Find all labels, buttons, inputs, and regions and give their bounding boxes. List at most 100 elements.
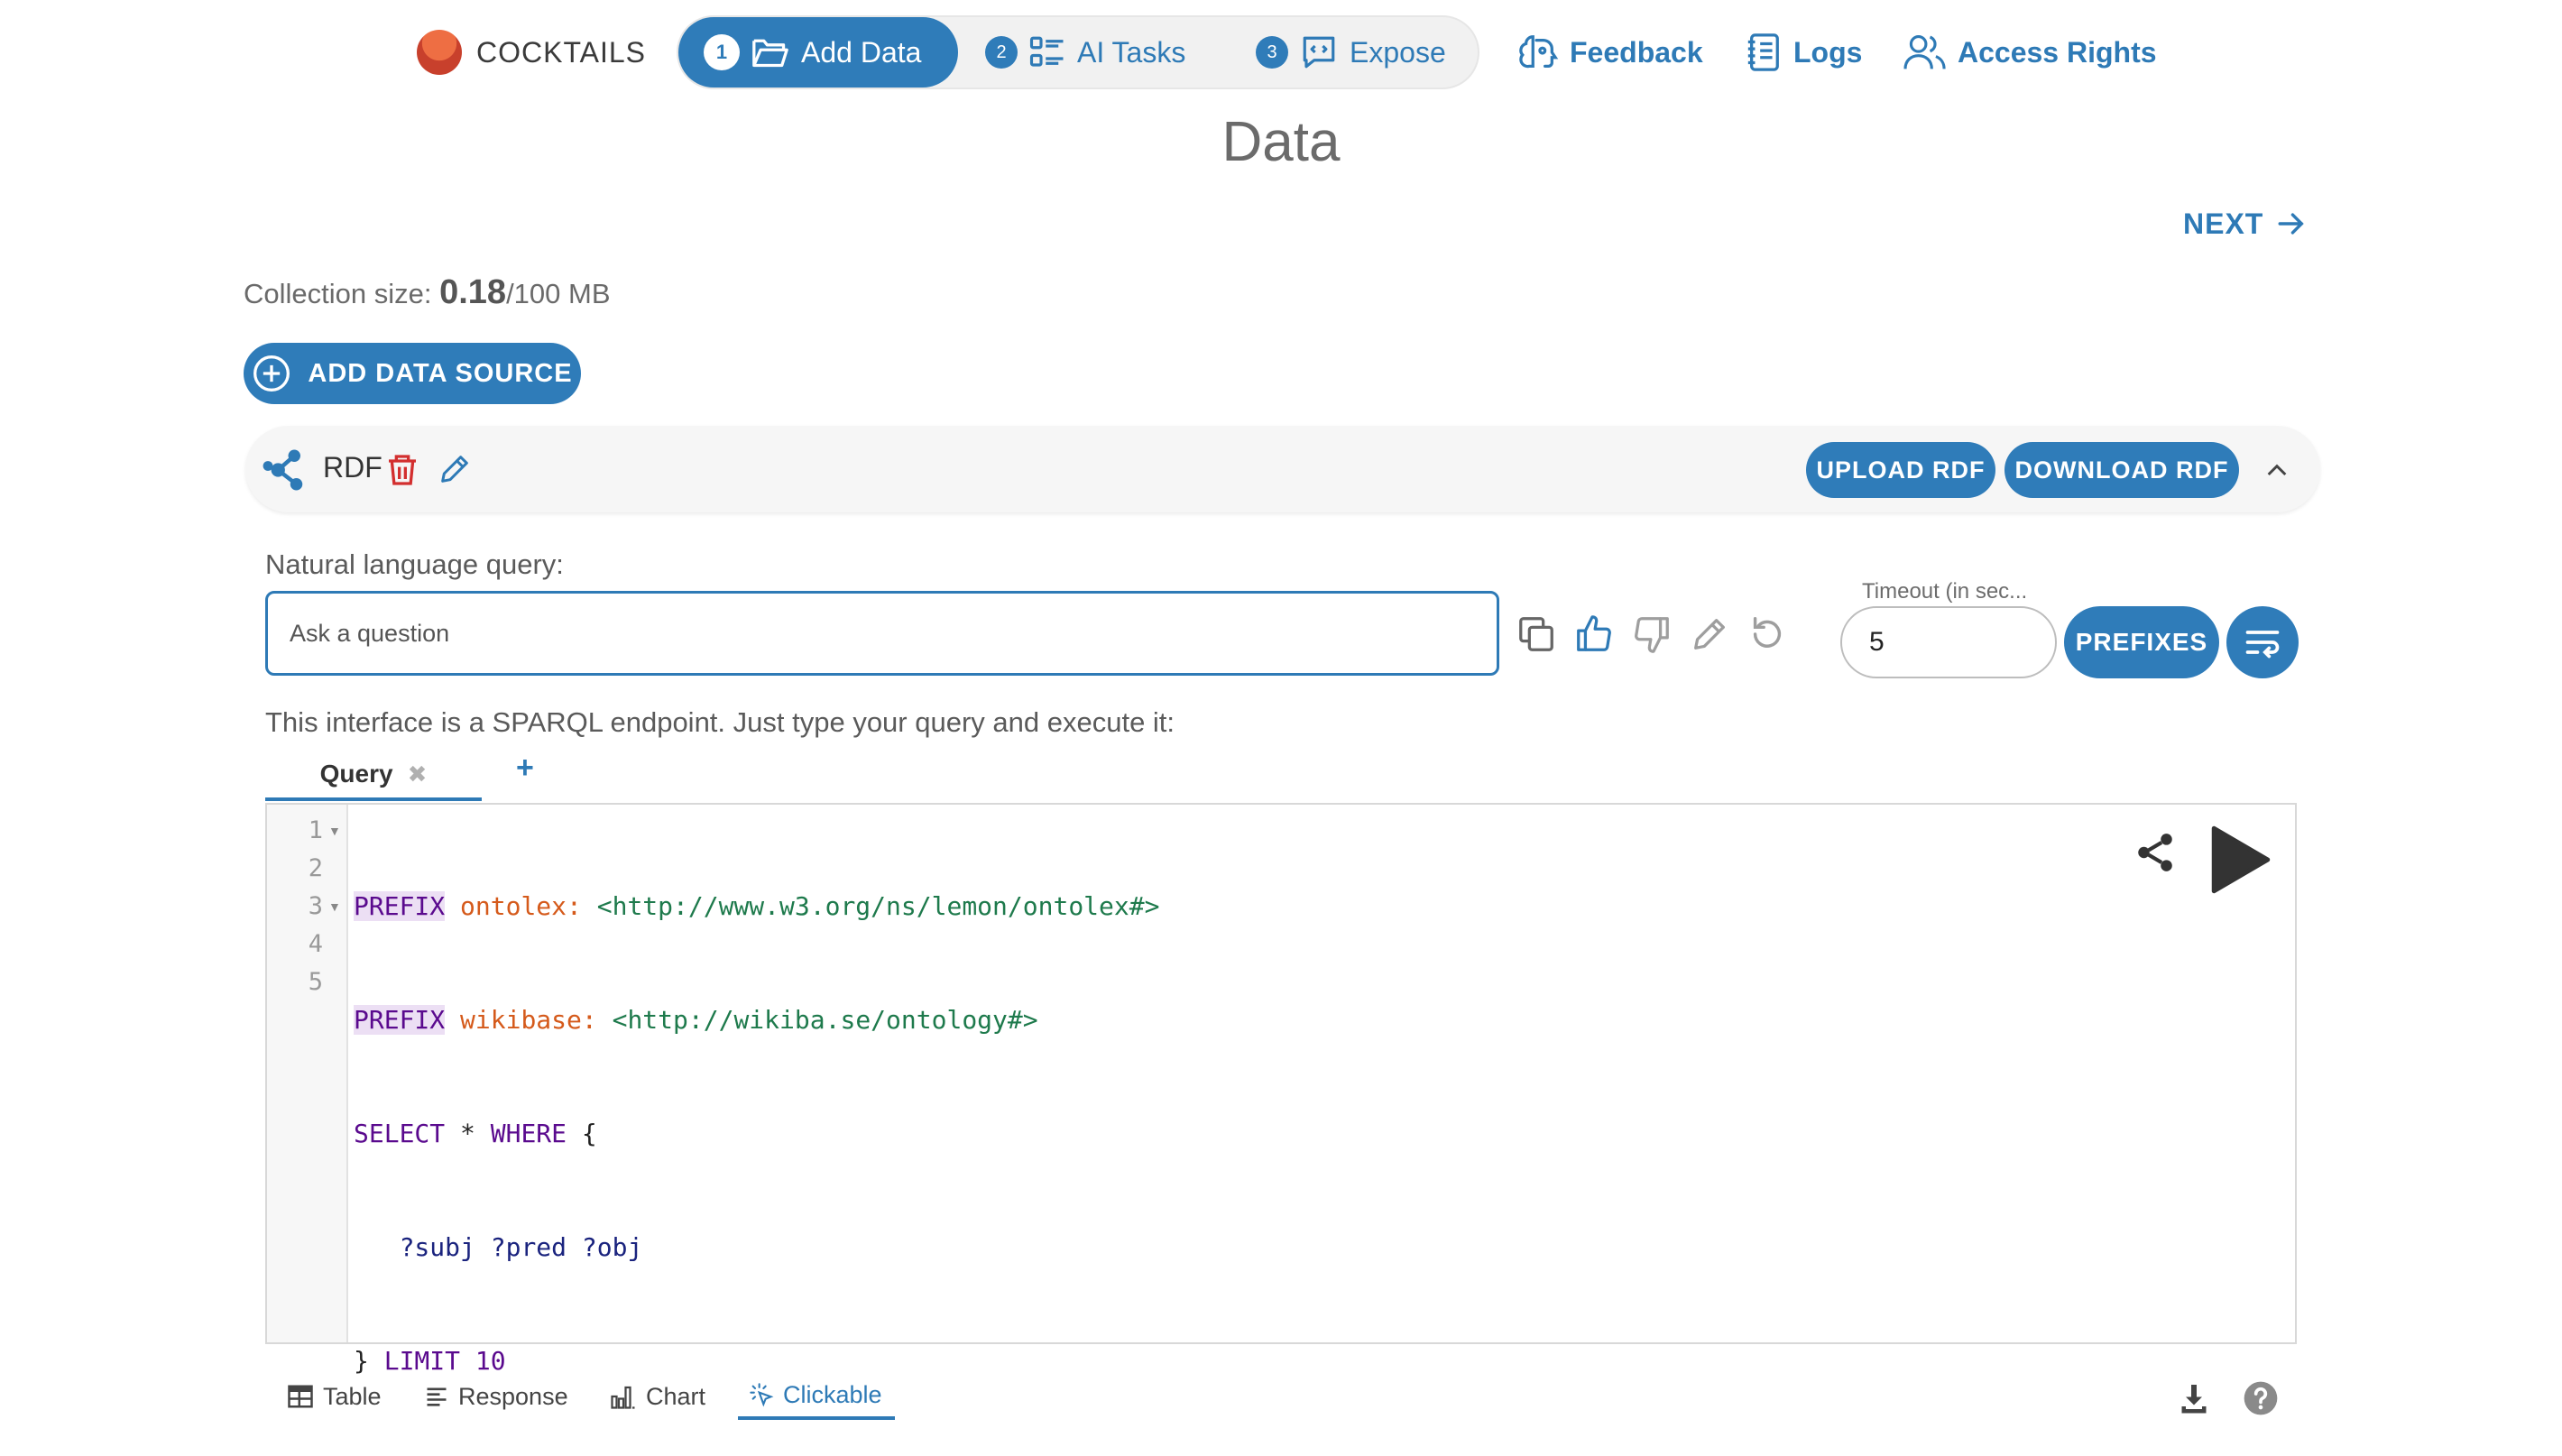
keyword: LIMIT — [383, 1346, 461, 1376]
result-tab-label: Clickable — [783, 1380, 882, 1408]
logs-notebook-icon — [1747, 33, 1779, 71]
next-button[interactable]: NEXT — [2183, 198, 2307, 249]
cocktails-logo-icon — [417, 30, 462, 75]
prefix-name: wikibase: — [460, 1005, 597, 1035]
brace: } — [354, 1346, 369, 1376]
number: 10 — [475, 1346, 506, 1376]
help-icon[interactable] — [2243, 1380, 2279, 1416]
step-label: AI Tasks — [1077, 35, 1186, 69]
line-number: 3 — [308, 892, 323, 920]
code-line: PREFIX wikibase: <http://wikiba.se/ontol… — [354, 1001, 1159, 1039]
add-data-source-button[interactable]: ADD DATA SOURCE — [244, 343, 581, 404]
result-tab-label: Response — [458, 1382, 568, 1410]
brain-feedback-icon — [1519, 35, 1559, 69]
code-line: PREFIX ontolex: <http://www.w3.org/ns/le… — [354, 888, 1159, 926]
thumbs-down-icon[interactable] — [1631, 613, 1673, 655]
line-number: 1 — [308, 816, 323, 844]
arrow-right-icon — [2278, 213, 2305, 235]
variable: ?subj — [399, 1232, 475, 1262]
line-gutter: 1 ▼ 2 3 ▼ 4 5 — [267, 805, 348, 1342]
nav-logs-label: Logs — [1793, 35, 1863, 69]
brand[interactable]: COCKTAILS — [417, 27, 646, 78]
prefixes-button[interactable]: PREFIXES — [2064, 606, 2219, 678]
add-data-source-label: ADD DATA SOURCE — [308, 358, 573, 388]
result-tab-chart[interactable]: Chart — [610, 1373, 705, 1420]
result-tab-label: Table — [323, 1382, 382, 1410]
download-icon[interactable] — [2178, 1382, 2210, 1415]
add-tab-button[interactable]: + — [516, 751, 534, 786]
download-rdf-button[interactable]: DOWNLOAD RDF — [2004, 442, 2239, 498]
edit-pencil-icon[interactable] — [1689, 613, 1730, 655]
sparql-editor[interactable]: 1 ▼ 2 3 ▼ 4 5 PREFIX ontolex: <http://ww… — [265, 803, 2297, 1376]
code-line: ?subj ?pred ?obj — [354, 1229, 1159, 1267]
edit-pencil-icon[interactable] — [437, 451, 473, 487]
step-label: Add Data — [801, 35, 922, 69]
variable: ?pred — [490, 1232, 567, 1262]
thumbs-up-icon[interactable] — [1573, 613, 1615, 655]
result-tab-clickable[interactable]: Clickable — [738, 1373, 895, 1420]
variable: ?obj — [581, 1232, 643, 1262]
align-left-icon — [427, 1387, 447, 1406]
line-number: 5 — [308, 968, 323, 996]
copy-icon[interactable] — [1516, 613, 1557, 655]
step-number: 2 — [985, 36, 1018, 69]
collection-size-limit: /100 MB — [506, 278, 611, 309]
nav-logs[interactable]: Logs — [1745, 27, 1862, 78]
line-number: 2 — [308, 854, 323, 882]
code-line: SELECT * WHERE { — [354, 1115, 1159, 1153]
nav-access-rights-label: Access Rights — [1958, 35, 2157, 69]
folder-open-icon — [752, 39, 788, 68]
iri: <http://www.w3.org/ns/lemon/ontolex#> — [596, 891, 1160, 921]
upload-rdf-button[interactable]: UPLOAD RDF — [1806, 442, 1995, 498]
collection-size: Collection size: 0.18/100 MB — [244, 273, 611, 312]
timeout-input[interactable] — [1840, 606, 2057, 678]
step-add-data[interactable]: 1 Add Data — [678, 17, 958, 88]
fold-arrow-icon[interactable]: ▼ — [328, 812, 341, 850]
wrap-text-button[interactable] — [2226, 606, 2299, 678]
keyword: PREFIX — [354, 1005, 446, 1035]
nav-feedback[interactable]: Feedback — [1517, 27, 1703, 78]
wrap-text-icon — [2245, 631, 2280, 659]
step-expose[interactable]: 3 Expose — [1256, 17, 1446, 88]
table-icon — [288, 1385, 313, 1408]
line-number: 4 — [308, 930, 323, 958]
tab-query[interactable]: Query ✖ — [265, 751, 482, 801]
collection-size-used: 0.18 — [439, 273, 507, 311]
prefix-name: ontolex: — [460, 891, 582, 921]
brand-name: COCKTAILS — [476, 35, 646, 69]
keyword: SELECT — [354, 1119, 446, 1148]
result-tab-table[interactable]: Table — [287, 1373, 382, 1420]
click-sparkle-icon — [750, 1383, 774, 1407]
plus-circle-icon — [253, 355, 290, 392]
step-number: 3 — [1256, 36, 1288, 69]
stepper: 1 Add Data 2 AI Tasks 3 Expose — [677, 15, 1479, 89]
brace: { — [581, 1119, 597, 1148]
share-icon[interactable] — [2133, 830, 2178, 875]
collection-size-label: Collection size: — [244, 278, 440, 309]
timeout-label: Timeout (in sec... — [1862, 579, 2028, 604]
nav-feedback-label: Feedback — [1570, 35, 1703, 69]
chevron-up-icon[interactable] — [2262, 456, 2291, 485]
operator: * — [460, 1119, 475, 1148]
step-label: Expose — [1350, 35, 1446, 69]
keyword: PREFIX — [354, 891, 446, 921]
undo-icon[interactable] — [1746, 613, 1788, 655]
step-ai-tasks[interactable]: 2 AI Tasks — [985, 17, 1185, 88]
result-tab-label: Chart — [646, 1382, 706, 1410]
close-tab-icon[interactable]: ✖ — [408, 760, 428, 788]
page-title: Data — [1221, 111, 1341, 173]
sparql-hint: This interface is a SPARQL endpoint. Jus… — [265, 706, 1175, 738]
delete-trash-icon[interactable] — [384, 451, 420, 489]
task-list-icon — [1029, 36, 1064, 67]
nl-query-input[interactable] — [265, 591, 1499, 676]
next-label: NEXT — [2183, 207, 2264, 240]
nav-access-rights[interactable]: Access Rights — [1903, 27, 2157, 78]
result-tab-response[interactable]: Response — [424, 1373, 568, 1420]
bar-chart-icon — [611, 1386, 635, 1409]
keyword: WHERE — [490, 1119, 567, 1148]
iri: <http://wikiba.se/ontology#> — [612, 1005, 1038, 1035]
rdf-graph-icon — [263, 449, 303, 491]
fold-arrow-icon[interactable]: ▼ — [328, 888, 341, 926]
run-query-play-icon[interactable] — [2205, 821, 2277, 898]
code-area[interactable]: PREFIX ontolex: <http://www.w3.org/ns/le… — [354, 812, 1159, 1456]
